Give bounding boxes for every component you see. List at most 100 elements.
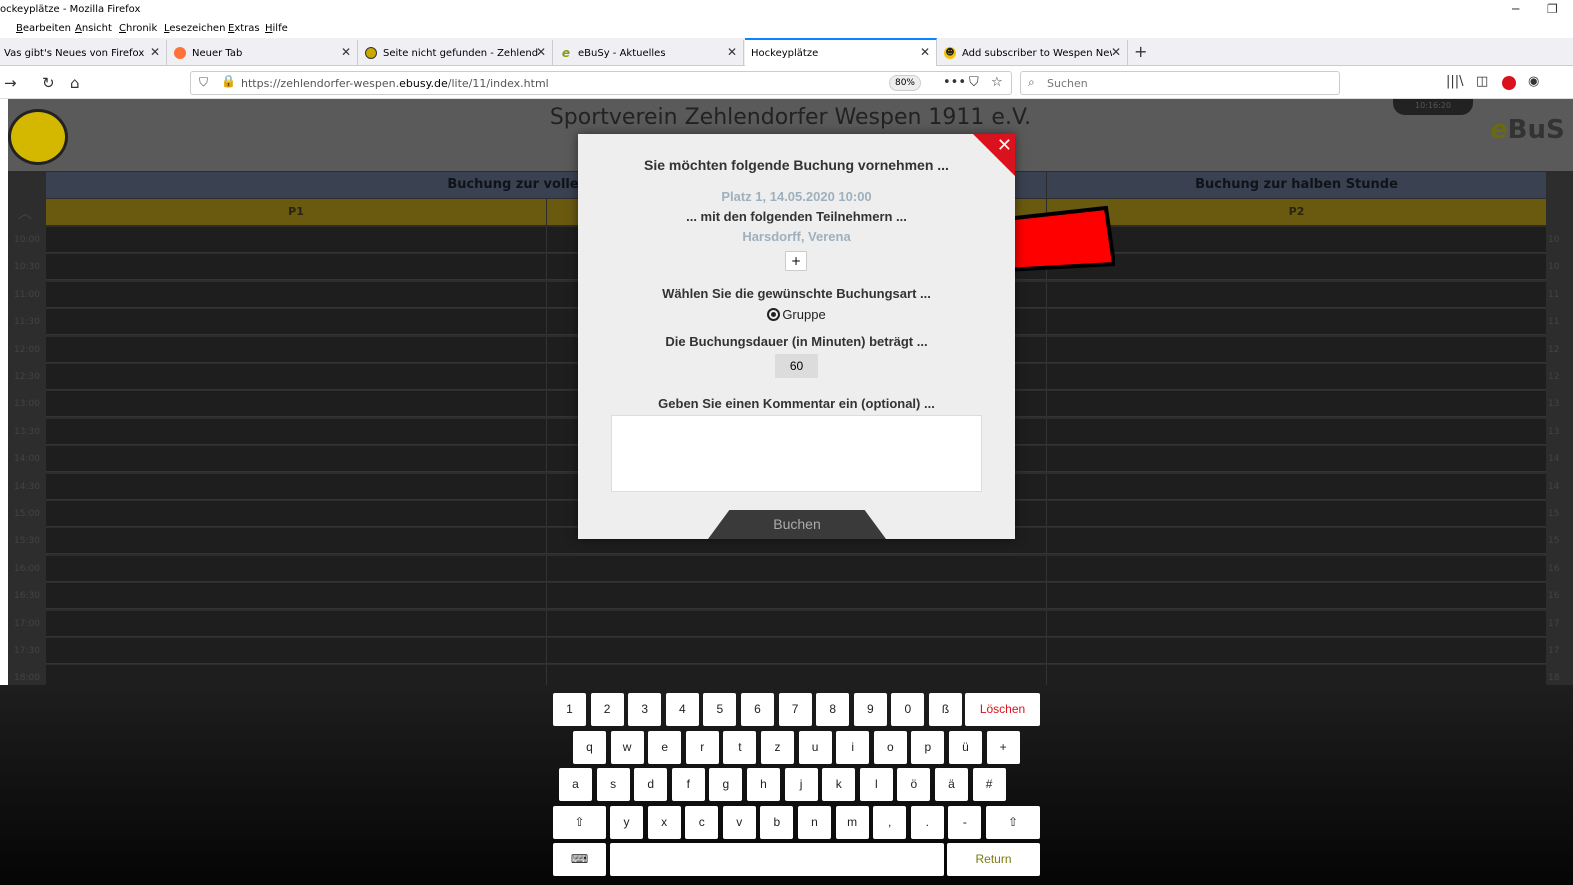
home-icon[interactable]: ⌂ xyxy=(70,74,80,92)
comment-textarea[interactable] xyxy=(611,415,982,492)
key-3[interactable]: 4 xyxy=(665,693,699,726)
key-row4[interactable]: m xyxy=(835,806,869,839)
key-row4[interactable]: c xyxy=(685,806,719,839)
key-row3[interactable]: l xyxy=(859,768,893,801)
search-bar[interactable]: ⌕ Suchen xyxy=(1020,71,1340,95)
close-icon[interactable]: ✕ xyxy=(536,45,546,59)
booking-type-radio-gruppe[interactable]: Gruppe xyxy=(578,307,1015,322)
key-row2[interactable]: z xyxy=(761,731,794,764)
key-row3[interactable]: ä xyxy=(935,768,968,801)
tab-whats-new[interactable]: Vas gibt's Neues von Firefox ✕ xyxy=(0,40,167,66)
keyboard-toggle-icon[interactable]: ⌨ xyxy=(553,843,606,876)
forward-icon[interactable]: → xyxy=(4,74,17,92)
lock-icon[interactable]: 🔒 xyxy=(221,74,236,88)
duration-value[interactable]: 60 xyxy=(775,354,818,378)
sidebar-icon[interactable]: ◫ xyxy=(1476,74,1488,89)
key-row2[interactable]: e xyxy=(648,731,682,764)
key-row4[interactable]: y xyxy=(610,806,643,839)
tab-ebusy-aktuelles[interactable]: e eBuSy - Aktuelles ✕ xyxy=(554,40,744,66)
time-slot-row[interactable] xyxy=(46,638,1546,664)
close-icon[interactable]: ✕ xyxy=(341,45,351,59)
menu-chronik[interactable]: Chronik xyxy=(119,23,157,34)
key-row2[interactable]: i xyxy=(836,731,870,764)
menu-lesezeichen[interactable]: Lesezeichen xyxy=(164,23,225,34)
key-5[interactable]: 6 xyxy=(741,693,774,726)
close-icon[interactable]: ✕ xyxy=(150,45,160,59)
key-row4[interactable]: , xyxy=(873,806,907,839)
minimize-icon[interactable]: ─ xyxy=(1512,2,1519,16)
key-row4[interactable]: n xyxy=(798,806,831,839)
key-row3[interactable]: s xyxy=(596,768,630,801)
key-row3[interactable]: f xyxy=(671,768,705,801)
url-text[interactable]: https://zehlendorfer-wespen.ebusy.de/lit… xyxy=(241,77,549,90)
tab-new-tab[interactable]: Neuer Tab ✕ xyxy=(168,40,358,66)
key-9[interactable]: 0 xyxy=(891,693,925,726)
shield-icon[interactable]: ⛉ xyxy=(199,75,208,90)
key-4[interactable]: 5 xyxy=(703,693,737,726)
key-row3[interactable]: ö xyxy=(897,768,931,801)
key-row3[interactable]: h xyxy=(747,768,780,801)
scroll-up-icon[interactable]: ︿ xyxy=(18,203,32,223)
restore-icon[interactable]: ❐ xyxy=(1547,2,1558,16)
key-8[interactable]: 9 xyxy=(853,693,887,726)
key-10[interactable]: ß xyxy=(929,693,962,726)
close-icon[interactable]: ✕ xyxy=(997,135,1012,156)
key-7[interactable]: 8 xyxy=(816,693,850,726)
radio-selected-icon[interactable] xyxy=(767,308,781,321)
tab-hockeyplaetze[interactable]: Hockeyplätze ✕ xyxy=(745,38,937,66)
menu-bearbeiten[interactable]: Bearbeiten xyxy=(16,23,71,34)
key-row4[interactable]: x xyxy=(647,806,681,839)
key-row2[interactable]: t xyxy=(723,731,757,764)
delete-key[interactable]: Löschen xyxy=(965,693,1040,726)
key-row2[interactable]: o xyxy=(873,731,907,764)
key-row4[interactable]: v xyxy=(722,806,756,839)
key-row2[interactable]: p xyxy=(911,731,945,764)
return-key[interactable]: Return xyxy=(947,843,1040,876)
pocket-icon[interactable]: ⛉ xyxy=(969,75,979,90)
key-2[interactable]: 3 xyxy=(628,693,662,726)
menu-extras[interactable]: Extras xyxy=(228,23,260,34)
tab-not-found[interactable]: Seite nicht gefunden - Zehlendorfer ✕ xyxy=(359,40,553,66)
time-slot-row[interactable] xyxy=(46,583,1546,610)
url-bar[interactable]: ⛉ 🔒 https://zehlendorfer-wespen.ebusy.de… xyxy=(190,71,1012,95)
shift-key-right[interactable]: ⇧ xyxy=(986,806,1040,839)
key-row3[interactable]: d xyxy=(634,768,668,801)
shift-key-left[interactable]: ⇧ xyxy=(553,806,606,839)
key-row2[interactable]: u xyxy=(798,731,832,764)
bookmark-star-icon[interactable]: ☆ xyxy=(991,75,1003,90)
add-participant-button[interactable]: + xyxy=(785,251,807,271)
key-row3[interactable]: a xyxy=(559,768,592,801)
account-icon[interactable]: ◉ xyxy=(1528,74,1539,89)
key-row4[interactable]: b xyxy=(760,806,794,839)
more-actions-icon[interactable]: ••• xyxy=(943,75,966,90)
key-0[interactable]: 1 xyxy=(553,693,586,726)
key-1[interactable]: 2 xyxy=(590,693,624,726)
key-row3[interactable]: k xyxy=(822,768,856,801)
reload-icon[interactable]: ↻ xyxy=(42,74,55,92)
menu-ansicht[interactable]: Ansicht xyxy=(75,23,112,34)
key-row4[interactable]: . xyxy=(910,806,944,839)
new-tab-plus-icon[interactable]: + xyxy=(1134,42,1147,61)
tab-add-subscriber[interactable]: ☻ Add subscriber to Wespen Newsletter ✕ xyxy=(938,40,1128,66)
close-icon[interactable]: ✕ xyxy=(1111,45,1121,59)
time-slot-row[interactable] xyxy=(46,610,1546,637)
key-row4[interactable]: - xyxy=(948,806,982,839)
key-row2[interactable]: + xyxy=(986,731,1020,764)
key-6[interactable]: 7 xyxy=(778,693,812,726)
key-row2[interactable]: ü xyxy=(949,731,982,764)
key-row3[interactable]: # xyxy=(972,768,1006,801)
key-row3[interactable]: g xyxy=(709,768,743,801)
book-button[interactable]: Buchen xyxy=(708,510,886,539)
adblock-icon[interactable] xyxy=(1502,76,1516,90)
library-icon[interactable]: |||\ xyxy=(1446,74,1464,89)
menu-hilfe[interactable]: Hilfe xyxy=(265,23,288,34)
key-row2[interactable]: q xyxy=(573,731,606,764)
key-row3[interactable]: j xyxy=(784,768,818,801)
key-row2[interactable]: w xyxy=(610,731,644,764)
close-icon[interactable]: ✕ xyxy=(727,45,737,59)
space-key[interactable] xyxy=(610,843,944,876)
zoom-indicator[interactable]: 80% xyxy=(889,75,921,91)
close-icon[interactable]: ✕ xyxy=(920,45,930,59)
key-row2[interactable]: r xyxy=(685,731,719,764)
time-slot-row[interactable] xyxy=(46,555,1546,582)
